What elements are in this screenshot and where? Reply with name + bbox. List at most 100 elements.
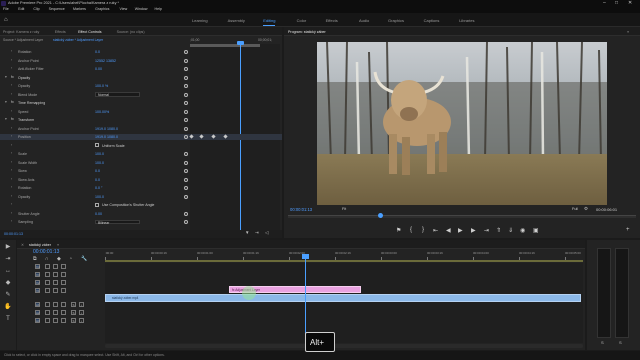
timeline-timecode[interactable]: 00:00:01:13 [33,250,59,255]
reset-icon[interactable] [184,101,188,105]
sync-lock-icon[interactable] [45,280,50,285]
reset-icon[interactable] [184,220,188,224]
property-value[interactable]: 0.00 [95,212,102,216]
meter-solo-icon[interactable]: S [601,341,604,345]
reset-icon[interactable] [184,126,188,131]
property-dropdown[interactable]: Bilinear [95,219,140,224]
solo-icon[interactable]: S [71,302,76,307]
clip-label[interactable]: statický záber * Adjustment Layer [53,38,103,42]
effect-row[interactable]: ▾ fx Transform [0,117,282,123]
workspace-libraries[interactable]: Libraries [459,18,474,23]
disclosure-arrow-icon[interactable]: ▾ [5,75,7,80]
source-label[interactable]: Source * Adjustment Layer [3,38,43,42]
sync-lock-icon[interactable] [45,288,50,293]
menu-file[interactable]: File [3,7,9,12]
tool-0-icon[interactable]: ▶ [3,243,13,251]
sync-lock-icon[interactable] [45,310,50,315]
expand-arrow-icon[interactable]: › [11,92,12,97]
workspace-editing[interactable]: Editing [263,18,276,26]
close-button[interactable]: ✕ [628,1,632,6]
timeline-close-icon[interactable]: ✕ [21,243,24,247]
maximize-button[interactable]: □ [615,1,618,6]
property-value[interactable]: 0.0 [95,50,100,54]
export-frame-icon[interactable]: ◉ [520,227,525,234]
workspace-audio[interactable]: Audio [359,18,369,23]
keyframe-icon[interactable] [223,134,228,139]
track-output-icon[interactable] [53,310,58,315]
mute-icon[interactable] [61,318,66,323]
tab-3[interactable]: Source: (no clips) [117,30,145,34]
minimize-button[interactable]: – [603,1,606,6]
expand-arrow-icon[interactable]: › [11,109,12,114]
expand-arrow-icon[interactable]: › [11,134,12,139]
reset-icon[interactable] [184,160,188,165]
expand-arrow-icon[interactable]: › [11,151,12,156]
timeline-playhead[interactable] [305,257,306,343]
eye-icon[interactable] [61,288,66,293]
comparison-view-icon[interactable]: ▣ [533,227,539,234]
keyframe-icon[interactable] [199,134,204,139]
expand-arrow-icon[interactable]: › [11,185,12,190]
workspace-effects[interactable]: Effects [326,18,338,23]
reset-icon[interactable] [184,58,188,63]
property-dropdown[interactable]: Normal [95,92,140,97]
timeline-tool-2-icon[interactable]: ◆ [57,257,61,262]
effect-row[interactable]: › Blend Mode Normal [0,92,282,98]
track-output-icon[interactable] [53,272,58,277]
track-target[interactable]: A3 [35,318,40,323]
track-target[interactable]: V2 [35,280,40,285]
mark-out-icon[interactable]: } [422,227,424,233]
expand-arrow-icon[interactable]: › [11,219,12,224]
reset-icon[interactable] [184,50,188,54]
property-value[interactable]: 0.0 [95,178,100,182]
go-to-out-icon[interactable]: ⇥ [484,227,489,234]
expand-arrow-icon[interactable]: › [11,66,12,71]
ec-playhead-top[interactable] [237,41,244,45]
home-icon[interactable]: ⌂ [4,17,8,23]
reset-icon[interactable] [184,67,188,71]
checkbox[interactable] [95,143,99,148]
expand-arrow-icon[interactable]: › [11,143,12,148]
step-forward-icon[interactable]: ▶ [471,227,476,234]
tab-1[interactable]: Effects [55,30,66,34]
mic-icon[interactable]: ♪ [79,310,84,315]
expand-arrow-icon[interactable]: › [11,202,12,207]
program-scrubber[interactable] [288,215,636,218]
reset-icon[interactable] [184,135,188,139]
menu-help[interactable]: Help [155,7,162,12]
tool-2-icon[interactable]: ↔ [3,267,13,275]
ec-export-icon[interactable]: ⇥ [255,230,259,236]
mic-icon[interactable]: ♪ [79,302,84,307]
menu-view[interactable]: View [120,7,128,12]
effect-row[interactable]: › Rotation 0.0 [0,49,282,55]
program-tab[interactable]: Program: statický záber [288,30,326,34]
track-output-icon[interactable] [53,302,58,307]
track-output-icon[interactable] [53,318,58,323]
track-target[interactable]: A2 [35,310,40,315]
track-output-icon[interactable] [53,288,58,293]
tool-5-icon[interactable]: ✋ [3,303,13,311]
property-value[interactable]: 100.00% [95,110,109,114]
sync-lock-icon[interactable] [45,318,50,323]
reset-icon[interactable] [184,118,188,122]
menu-sequence[interactable]: Sequence [49,7,65,12]
mute-icon[interactable] [61,310,66,315]
checkbox[interactable] [95,202,99,207]
meter-solo-icon-2[interactable]: S [619,341,622,345]
reset-icon[interactable] [184,92,188,97]
keyframe-icon[interactable] [189,134,194,139]
workspace-color[interactable]: Color [297,18,307,23]
expand-arrow-icon[interactable]: › [11,177,12,182]
property-value[interactable]: 100.0 [95,195,104,199]
fit-dropdown[interactable]: Fit [342,207,346,212]
eye-icon[interactable] [61,272,66,277]
filter-icon[interactable]: ▼ [245,230,249,236]
mark-in-icon[interactable]: { [410,227,412,233]
effect-row[interactable]: › Anti-flicker Filter 0.00 [0,66,282,72]
timeline-tool-4-icon[interactable]: 🔧 [81,257,87,262]
solo-icon[interactable]: S [71,310,76,315]
reset-icon[interactable] [184,75,188,80]
menu-edit[interactable]: Edit [18,7,24,12]
effect-row[interactable]: › Sampling Bilinear [0,219,282,225]
mute-icon[interactable] [61,302,66,307]
